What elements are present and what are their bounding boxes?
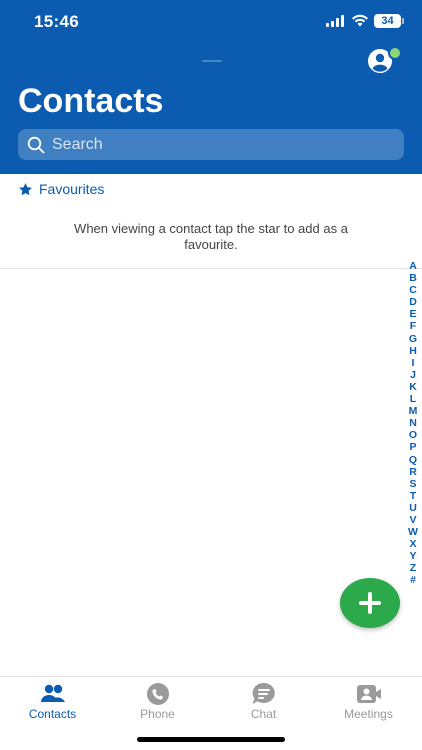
status-bar: 15:46 34 [0, 0, 422, 44]
tab-contacts-label: Contacts [28, 707, 77, 721]
tab-phone[interactable]: Phone [105, 677, 210, 727]
add-contact-button[interactable] [340, 578, 400, 628]
people-icon [41, 684, 65, 702]
alphabet-index-letter[interactable]: C [409, 284, 417, 296]
section-divider [0, 268, 422, 269]
tab-chat-label: Chat [250, 707, 277, 721]
alphabet-index-letter[interactable]: I [412, 357, 415, 369]
tab-chat[interactable]: Chat [211, 677, 316, 727]
alphabet-index-letter[interactable]: Q [409, 454, 417, 466]
tab-meetings-label: Meetings [344, 707, 393, 721]
star-icon [19, 182, 32, 195]
cellular-signal-icon [326, 15, 344, 27]
alphabet-index-letter[interactable]: K [409, 381, 417, 393]
tab-contacts[interactable]: Contacts [0, 677, 105, 727]
battery-indicator: 34 [374, 14, 404, 28]
header-drag-handle [202, 60, 222, 62]
tab-phone-label: Phone [140, 707, 175, 721]
plus-icon [359, 592, 381, 614]
favourites-header: Favourites [18, 180, 104, 198]
alphabet-index-letter[interactable]: O [409, 429, 417, 441]
alphabet-index-letter[interactable]: J [410, 369, 416, 381]
chat-icon [252, 683, 275, 704]
search-icon [27, 136, 45, 154]
alphabet-index-letter[interactable]: N [409, 417, 417, 429]
phone-icon [147, 683, 169, 705]
alphabet-index-letter[interactable]: S [409, 478, 416, 490]
video-icon [357, 685, 381, 703]
alphabet-index-letter[interactable]: W [408, 526, 418, 538]
alphabet-index-letter[interactable]: Y [409, 550, 416, 562]
app-header: 15:46 34 Contacts [0, 0, 422, 174]
wifi-icon [352, 14, 368, 27]
alphabet-index-letter[interactable]: R [409, 466, 417, 478]
alphabet-index-letter[interactable]: B [409, 272, 417, 284]
alphabet-index-letter[interactable]: X [409, 538, 416, 550]
page-title: Contacts [18, 82, 164, 120]
alphabet-index-letter[interactable]: A [409, 260, 417, 272]
search-bar[interactable] [18, 129, 404, 160]
alphabet-index-letter[interactable]: # [410, 574, 416, 586]
alphabet-index-letter[interactable]: E [409, 308, 416, 320]
alphabet-index-letter[interactable]: F [410, 320, 416, 332]
alphabet-index-letter[interactable]: V [409, 514, 416, 526]
alphabet-index-letter[interactable]: G [409, 333, 417, 345]
presence-status-dot [388, 46, 402, 60]
alphabet-index-letter[interactable]: P [409, 441, 416, 453]
alphabet-index-letter[interactable]: D [409, 296, 417, 308]
alphabet-index[interactable]: A B C D E F G H I J K L M N O P Q R S T U V W X Y Z # [404, 260, 422, 587]
status-time: 15:46 [34, 12, 79, 31]
search-input[interactable] [52, 129, 392, 160]
alphabet-index-letter[interactable]: H [409, 345, 417, 357]
tab-meetings[interactable]: Meetings [316, 677, 421, 727]
alphabet-index-letter[interactable]: Z [410, 562, 416, 574]
alphabet-index-letter[interactable]: T [410, 490, 416, 502]
alphabet-index-letter[interactable]: L [410, 393, 416, 405]
favourites-label: Favourites [39, 181, 105, 197]
alphabet-index-letter[interactable]: U [409, 502, 417, 514]
alphabet-index-letter[interactable]: M [409, 405, 418, 417]
home-indicator [137, 737, 285, 742]
favourites-empty-hint: When viewing a contact tap the star to a… [74, 221, 348, 252]
